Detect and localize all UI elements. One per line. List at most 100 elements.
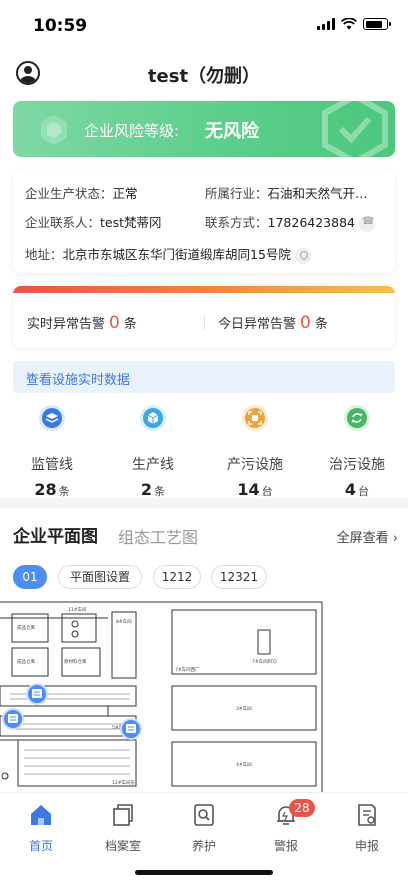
tab-archive-label: 档案室 [104, 839, 141, 853]
room-label: 成品仓库 [17, 624, 35, 631]
stat-production-lines[interactable]: 生产线 2条 [102, 404, 204, 499]
alarm-summary-card: 实时异常告警 0 条 今日异常告警 0 条 [13, 286, 395, 348]
recycle-icon [344, 405, 370, 431]
cube-icon [140, 405, 166, 431]
chip-plan-settings[interactable]: 平面图设置 [58, 565, 142, 589]
realtime-alarm-unit: 条 [123, 317, 137, 332]
stat-value-row: 28 条 [1, 480, 103, 499]
tab-report[interactable]: 申报 [326, 803, 408, 854]
tab-maintenance-label: 养护 [191, 839, 216, 853]
report-icon [358, 804, 376, 826]
home-indicator [135, 870, 273, 875]
room-label: 7#车间RTO [252, 658, 277, 665]
address-row: 地址：北京市东城区东华门街道缎库胡同15号院 [25, 244, 311, 264]
contact-value: test梵蒂冈 [100, 215, 162, 230]
production-status-row: 企业生产状态：正常 [25, 183, 138, 202]
stat-value: 28 [34, 480, 57, 499]
stat-label: 产污设施 [227, 457, 283, 473]
stat-supervision-lines[interactable]: 监管线 28 条 [1, 404, 103, 499]
view-facility-data-link[interactable]: 查看设施实时数据 › [13, 361, 395, 393]
production-status-label: 企业生产状态： [25, 186, 113, 201]
stat-value-row: 2条 [102, 480, 204, 499]
tab-process-diagram[interactable]: 组态工艺图 [118, 524, 198, 548]
stat-unit: 条 [154, 485, 166, 498]
company-info-card: 企业生产状态：正常 所属行业：石油和天然气开… 企业联系人：test梵蒂冈 联系… [13, 169, 395, 273]
location-pin-icon[interactable] [294, 247, 311, 264]
room-label: 7#车间西厂 [175, 666, 200, 673]
chevron-right-icon: › [392, 531, 398, 546]
today-alarm-count: 0 [300, 313, 311, 333]
industry-value: 石油和天然气开… [267, 186, 368, 201]
signal-icon [317, 18, 335, 30]
status-bar: 10:59 [0, 0, 408, 52]
chip-1212[interactable]: 1212 [153, 565, 201, 589]
contact-row: 企业联系人：test梵蒂冈 [25, 212, 162, 231]
stat-label: 治污设施 [329, 457, 385, 473]
battery-icon [363, 18, 391, 30]
alarm-divider [204, 316, 205, 330]
stat-label: 生产线 [132, 457, 174, 473]
today-alarm-unit: 条 [314, 317, 328, 332]
phone-value[interactable]: 17826423884 [268, 215, 355, 230]
chip-12321[interactable]: 12321 [211, 565, 267, 589]
floor-plan-map[interactable]: 成品仓库 成品仓库 原材料仓库 11#车间 8#车间 7#车间RTO 7#车间西… [0, 596, 408, 792]
room-label: 11#车间 [68, 606, 87, 613]
stat-unit: 台 [261, 485, 273, 498]
room-label: 成品仓库 [17, 658, 35, 665]
chip-floor-01[interactable]: 01 [13, 565, 47, 589]
room-label: 4#车间 [236, 761, 252, 768]
tab-report-label: 申报 [354, 839, 379, 853]
shield-hex-icon [41, 115, 67, 145]
home-icon [31, 805, 51, 825]
realtime-alarm-count: 0 [109, 313, 120, 333]
stat-treatment-facilities[interactable]: 治污设施 4台 [306, 404, 408, 499]
page-title: test（勿删） [147, 66, 261, 87]
alarm-gradient-stripe [13, 286, 395, 293]
room-label: 3#车间 [236, 705, 252, 712]
phone-row: 联系方式：17826423884 [205, 212, 375, 232]
stat-value-row: 14 台 [204, 480, 306, 499]
phone-icon[interactable] [359, 215, 375, 232]
realtime-alarm-label: 实时异常告警 [27, 317, 106, 332]
stat-value-row: 4台 [306, 480, 408, 499]
fullscreen-label: 全屏查看 [336, 531, 389, 546]
tab-archive[interactable]: 档案室 [82, 803, 164, 854]
production-status-value: 正常 [112, 186, 138, 201]
today-alarm-label: 今日异常告警 [218, 317, 297, 332]
chevron-right-icon: › [26, 367, 32, 383]
stat-label: 监管线 [31, 457, 73, 473]
archive-icon [113, 804, 133, 826]
realtime-alarm[interactable]: 实时异常告警 0 条 [27, 313, 137, 333]
contact-label: 企业联系人： [25, 215, 101, 230]
room-label: 8#车间 [116, 618, 132, 625]
stat-value: 4 [344, 480, 357, 499]
floor-room [171, 609, 317, 675]
address-label: 地址： [25, 247, 63, 262]
layers-icon [39, 405, 65, 431]
status-time: 10:59 [33, 16, 88, 36]
industry-row: 所属行业：石油和天然气开… [205, 183, 368, 202]
device-marker-icon[interactable] [2, 708, 24, 730]
status-icons [317, 18, 391, 30]
device-marker-icon[interactable] [26, 683, 48, 705]
risk-level-card: 企业风险等级: 无风险 [13, 101, 395, 157]
wifi-icon [341, 18, 357, 30]
room-label: 12#车间东 [112, 779, 135, 786]
tab-alarm[interactable]: 28 警报 [245, 799, 327, 854]
nav-bar: test（勿删） [0, 52, 408, 96]
tab-home[interactable]: 首页 [0, 803, 82, 854]
stat-pollution-sources[interactable]: 产污设施 14 台 [204, 404, 306, 499]
tab-maintenance[interactable]: 养护 [163, 803, 245, 854]
tab-floor-plan[interactable]: 企业平面图 [13, 522, 98, 547]
stat-value: 14 [237, 480, 260, 499]
room-label: 原材料仓库 [64, 658, 87, 665]
device-marker-icon[interactable] [120, 718, 142, 740]
fullscreen-button[interactable]: 全屏查看 › [337, 527, 398, 546]
tab-home-label: 首页 [28, 839, 53, 853]
industry-label: 所属行业： [205, 186, 268, 201]
address-value: 北京市东城区东华门街道缎库胡同15号院 [62, 247, 291, 262]
tab-alarm-label: 警报 [273, 839, 298, 853]
today-alarm[interactable]: 今日异常告警 0 条 [218, 313, 328, 333]
floor-room [17, 739, 137, 787]
scan-icon [242, 405, 268, 431]
